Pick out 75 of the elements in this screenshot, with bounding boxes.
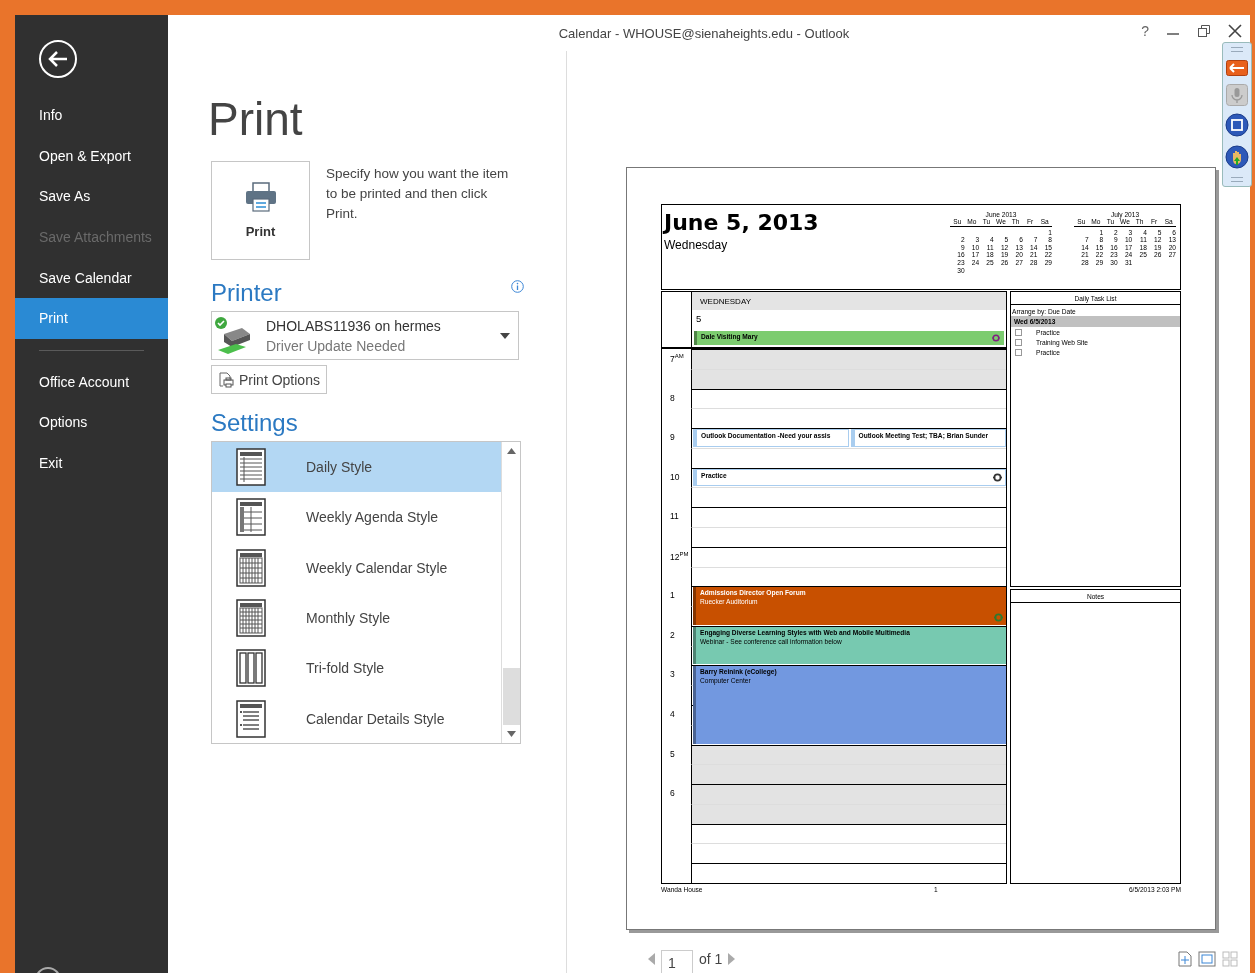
printer-dropdown[interactable]: DHOLABS11936 on hermes Driver Update Needed [211, 311, 519, 360]
raised-hand-icon[interactable] [1225, 145, 1249, 170]
daily-layout-icon [236, 448, 266, 487]
style-option[interactable]: Daily Style [212, 442, 501, 493]
scrollbar[interactable] [501, 442, 520, 743]
page-number-field[interactable]: 1 [661, 950, 693, 973]
recurrence-icon [992, 334, 1000, 342]
print-button[interactable]: Print [211, 161, 310, 260]
back-button[interactable] [38, 39, 78, 79]
page-count: of 1 [699, 951, 723, 967]
hour-label: 11 [669, 510, 680, 524]
style-option[interactable]: Monthly Style [212, 592, 501, 644]
style-option[interactable]: Tri-fold Style [212, 643, 501, 694]
scrollbar-thumb[interactable] [502, 668, 520, 725]
sidebar-item[interactable]: Save Calendar [15, 257, 168, 298]
hour-label: 4 [669, 708, 676, 721]
day-number: 5 [695, 312, 703, 326]
actual-size-icon[interactable] [1178, 951, 1192, 967]
sidebar-item[interactable]: Exit [15, 442, 168, 484]
fit-page-icon[interactable] [1198, 951, 1216, 967]
hour-label: 5 [669, 747, 676, 761]
task-checkbox[interactable] [1015, 339, 1022, 346]
recurrence-icon [994, 612, 1003, 622]
hour-label: 8 [669, 391, 676, 405]
settings-heading: Settings [211, 408, 299, 438]
print-options-icon [218, 371, 234, 388]
hour-label: 9 [669, 431, 676, 445]
scroll-down-icon[interactable] [506, 731, 516, 737]
hour-label: 2 [669, 628, 676, 642]
printer-heading: Printer [211, 278, 282, 308]
style-option[interactable]: Calendar Details Style [212, 693, 501, 744]
back-arrow-icon[interactable] [1226, 59, 1248, 76]
sidebar-item[interactable]: Options [15, 402, 168, 443]
details-layout-icon [236, 699, 266, 738]
three-column-icon [236, 649, 266, 688]
restore-icon[interactable] [1197, 24, 1211, 38]
printer-name: DHOLABS11936 on hermes [266, 317, 442, 334]
task-checkbox[interactable] [1015, 349, 1022, 356]
hour-label: 6 [669, 787, 676, 801]
caret-icon [500, 332, 510, 339]
previous-page-icon[interactable] [648, 953, 655, 965]
date-title: June 5, 2013 [664, 210, 819, 235]
info-icon[interactable] [511, 280, 524, 293]
next-page-icon[interactable] [728, 953, 736, 965]
weekday-label: Wednesday [664, 238, 729, 252]
sidebar-item[interactable]: Office Account [15, 361, 168, 403]
hour-label: 1 [669, 589, 676, 603]
hour-label: 10 [669, 470, 681, 484]
page-title: Print [208, 92, 304, 147]
printer-status: Driver Update Needed [266, 337, 407, 354]
recurrence-icon [993, 473, 1002, 483]
agenda-layout-icon [236, 498, 266, 537]
window-title: Calendar - WHOUSE@sienaheights.edu - Outlook [558, 25, 850, 41]
print-options-button[interactable]: Print Options [211, 365, 327, 394]
style-option[interactable]: Weekly Agenda Style [212, 492, 501, 543]
hour-label: 3 [669, 668, 676, 682]
help-button[interactable]: ? [1141, 23, 1149, 39]
sidebar-item[interactable]: Info [15, 95, 168, 136]
month-grid-icon [236, 599, 266, 638]
hour-label: 12$^{PM}$ [669, 549, 690, 564]
multiple-pages-icon[interactable] [1222, 951, 1238, 967]
day-header: WEDNESDAY [692, 292, 1006, 310]
sidebar-item[interactable]: Print [15, 297, 168, 339]
hour-label: 7$^{AM}$ [669, 352, 685, 366]
printer-icon [243, 182, 278, 212]
microphone-icon[interactable] [1226, 83, 1248, 106]
week-grid-icon [236, 548, 266, 587]
style-option[interactable]: Weekly Calendar Style [212, 542, 501, 593]
printer-icon [214, 315, 252, 356]
close-icon[interactable] [1228, 24, 1242, 38]
sidebar-item[interactable]: Save As [15, 176, 168, 217]
instruction-text: Specify how you want the item to be printed and then click Print. [326, 165, 510, 223]
task-checkbox[interactable] [1015, 329, 1022, 336]
sidebar-item[interactable]: Open & Export [15, 135, 168, 177]
scroll-up-icon[interactable] [506, 448, 516, 454]
